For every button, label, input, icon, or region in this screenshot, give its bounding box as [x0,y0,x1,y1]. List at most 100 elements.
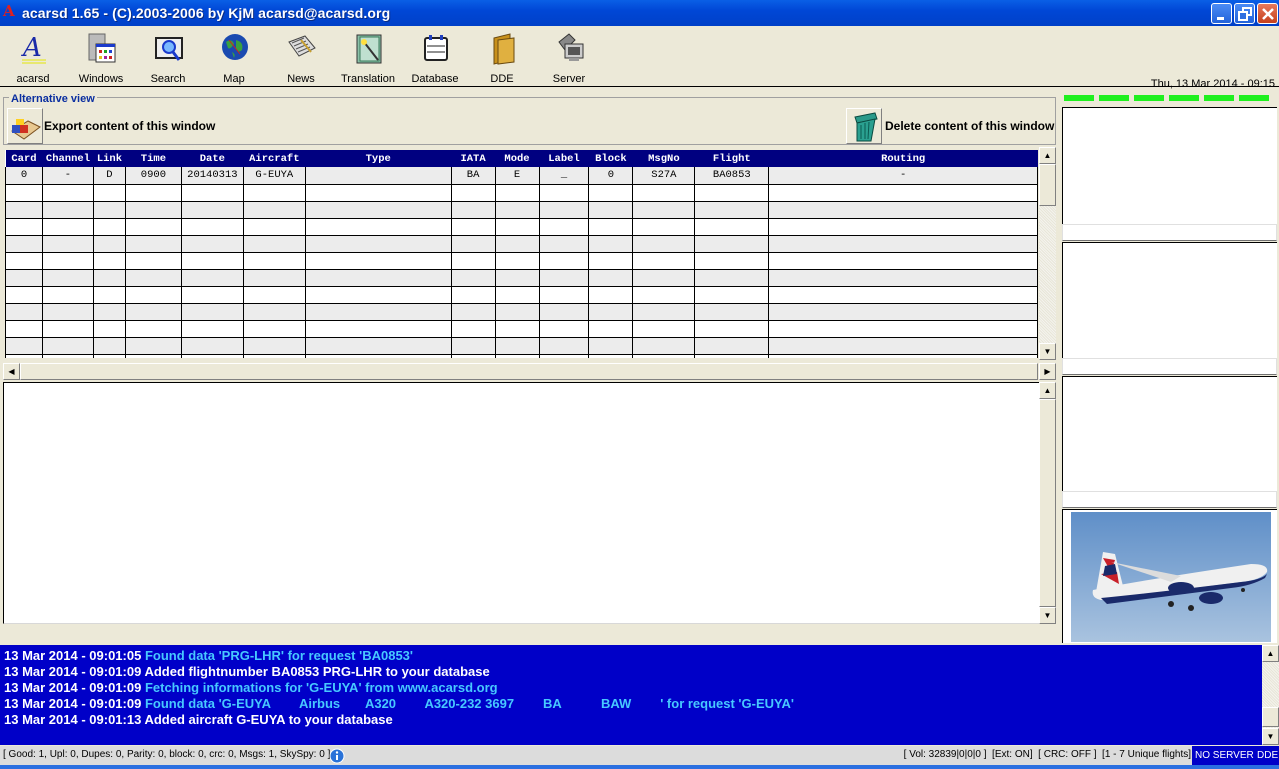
table-row[interactable] [5,337,1038,355]
column-header-iata[interactable]: IATA [451,150,496,167]
cell-block [588,286,634,304]
column-header-date[interactable]: Date [181,150,244,167]
cell-type [304,167,452,185]
scroll-thumb[interactable] [1039,164,1056,206]
server-status-badge[interactable]: NO SERVER [1192,746,1257,765]
column-header-time[interactable]: Time [125,150,182,167]
restore-button[interactable] [1234,3,1255,24]
scroll-right-button[interactable]: ▶ [1039,363,1056,380]
column-header-label[interactable]: Label [539,150,589,167]
info-icon[interactable] [329,748,345,764]
cell-card [5,320,43,338]
info-separator-2 [1062,358,1277,375]
table-row[interactable] [5,252,1038,270]
scroll-thumb[interactable] [1039,399,1056,607]
column-header-flight[interactable]: Flight [694,150,769,167]
cell-flight [694,218,770,236]
log-message: Found data 'PRG-LHR' for request 'BA0853… [144,648,413,663]
cell-channel [41,286,94,304]
cell-flight [694,286,770,304]
cell-iata [450,201,496,219]
messages-grid[interactable]: Card Channel Link Time Date Aircraft Type IATA M… [5,150,1038,358]
scroll-down-button[interactable]: ▼ [1262,728,1279,745]
toolbar-translation-button[interactable]: Translation [337,30,399,86]
column-header-card[interactable]: Card [5,150,43,167]
newspaper-icon [288,35,316,57]
column-header-channel[interactable]: Channel [42,150,94,167]
table-row[interactable] [5,235,1038,253]
column-header-block[interactable]: Block [588,150,633,167]
cell-channel [41,303,94,321]
aircraft-photo [1071,512,1271,642]
scroll-thumb[interactable] [20,363,1038,380]
table-row[interactable] [5,184,1038,202]
table-row[interactable] [5,286,1038,304]
export-button[interactable] [7,108,43,144]
grid-horizontal-scrollbar[interactable]: ◀ ▶ [3,363,1056,380]
message-detail-pane[interactable] [3,382,1039,624]
event-log[interactable]: 13 Mar 2014 - 09:01:05 Found data 'PRG-L… [0,645,1279,745]
cell-label [538,235,590,253]
toolbar-search-button[interactable]: Search [137,30,199,86]
toolbar-windows-button[interactable]: Windows [70,30,132,86]
cell-time: 0900 [124,167,182,185]
detail-vertical-scrollbar[interactable]: ▲ ▼ [1039,382,1056,624]
grid-vertical-scrollbar[interactable]: ▲ ▼ [1039,147,1056,360]
cell-aircraft [242,252,306,270]
scroll-left-button[interactable]: ◀ [3,363,20,380]
column-header-msgno[interactable]: MsgNo [632,150,695,167]
title-bar: A acarsd 1.65 - (C).2003-2006 by KjM aca… [0,0,1279,26]
log-timestamp: 13 Mar 2014 - 09:01:13 [4,712,142,727]
toolbar-acarsd-button[interactable]: A acarsd [2,30,64,86]
column-header-routing[interactable]: Routing [768,150,1038,167]
toolbar-database-button[interactable]: Database [404,30,466,86]
table-row[interactable]: 0- D 0900 20140313 G-EUYA BA E _ 0 S27A BA0853- [5,167,1038,185]
toolbar-map-button[interactable]: Map [203,30,265,86]
cell-block [588,235,634,253]
table-row[interactable] [5,320,1038,338]
column-header-mode[interactable]: Mode [495,150,539,167]
scroll-thumb[interactable] [1262,707,1279,727]
scroll-up-button[interactable]: ▲ [1262,645,1279,662]
toolbar-server-button[interactable]: Server [538,30,600,86]
cell-card [5,184,43,202]
cell-iata [450,235,496,253]
scroll-down-button[interactable]: ▼ [1039,607,1056,624]
table-row[interactable] [5,201,1038,219]
table-row[interactable] [5,354,1038,358]
log-vertical-scrollbar[interactable]: ▲ ▼ [1262,645,1279,745]
minimize-button[interactable] [1211,3,1232,24]
cell-date [180,218,244,236]
delete-button[interactable] [846,108,882,144]
export-label[interactable]: Export content of this window [44,119,215,133]
scroll-down-button[interactable]: ▼ [1039,343,1056,360]
cell-date [180,354,244,358]
toolbar: A acarsd Windows Search Map News Transla… [0,26,1279,90]
close-button[interactable] [1257,3,1278,24]
cell-label [538,337,590,355]
column-header-aircraft[interactable]: Aircraft [243,150,306,167]
table-row[interactable] [5,269,1038,287]
app-logo-icon[interactable]: A [3,3,17,19]
column-header-link[interactable]: Link [93,150,126,167]
cell-channel [41,337,94,355]
delete-label[interactable]: Delete content of this window [885,119,1054,133]
column-header-type[interactable]: Type [305,150,452,167]
cell-card [5,269,43,287]
cell-mode: E [494,167,540,185]
cell-mode [494,269,540,287]
table-row[interactable] [5,218,1038,236]
scroll-up-button[interactable]: ▲ [1039,382,1056,399]
toolbar-dde-button[interactable]: DDE [471,30,533,86]
cell-msgno [632,184,696,202]
info-separator-1 [1062,224,1277,241]
dde-status-badge[interactable]: DDE [1254,746,1279,765]
toolbar-news-button[interactable]: News [270,30,332,86]
cell-date [180,252,244,270]
scroll-up-button[interactable]: ▲ [1039,147,1056,164]
export-icon [11,119,41,140]
cell-msgno [632,337,696,355]
table-row[interactable] [5,303,1038,321]
alternative-view-legend: Alternative view [9,93,97,105]
cell-card [5,337,43,355]
